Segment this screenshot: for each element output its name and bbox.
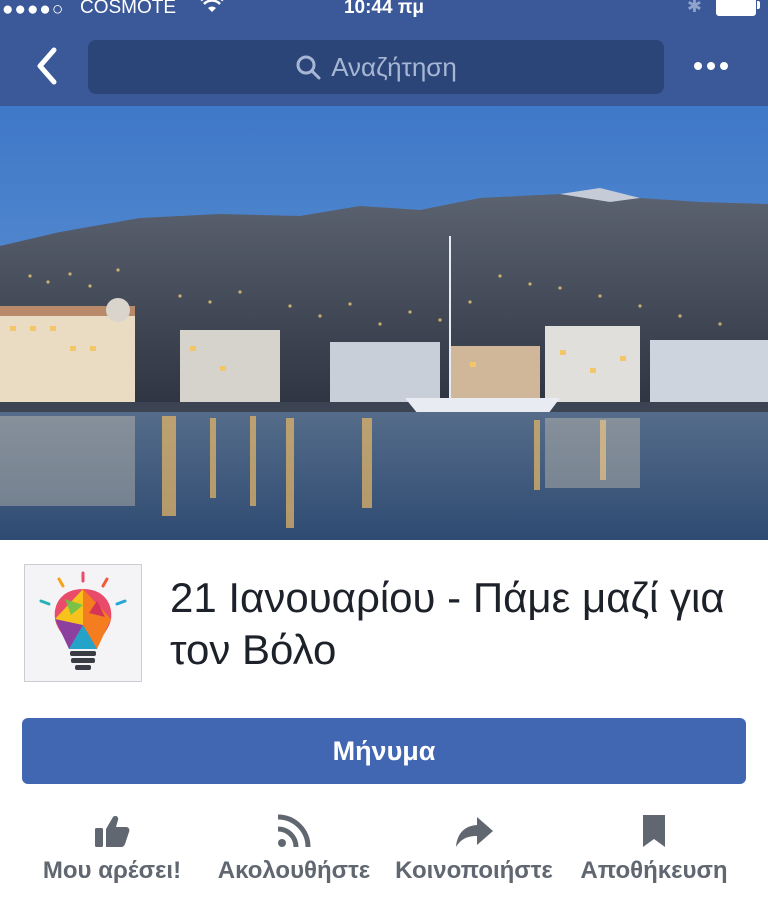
like-button[interactable]: Μου αρέσει! (22, 806, 202, 886)
share-button[interactable]: Κοινοποιήστε (384, 806, 564, 886)
dot-icon (694, 62, 702, 70)
back-button[interactable] (30, 44, 70, 88)
share-arrow-icon (456, 817, 493, 847)
page-title: 21 Ιανουαρίου - Πάμε μαζί για τον Βόλο (170, 574, 725, 673)
page-profile-picture[interactable] (24, 564, 142, 682)
clock: 10:44 πμ (343, 0, 425, 18)
search-placeholder: Αναζήτηση (331, 51, 457, 82)
dot-icon (707, 62, 715, 70)
top-navigation-bar: ●●●●○ COSMOTE 10:44 πμ ✱ Αναζήτηση (0, 0, 768, 106)
search-input[interactable]: Αναζήτηση (88, 40, 664, 94)
save-button[interactable]: Αποθήκευση (564, 806, 744, 886)
bluetooth-icon: ✱ (686, 0, 702, 16)
rss-follow-icon (277, 814, 311, 848)
follow-label: Ακολουθήστε (217, 857, 371, 884)
share-label: Κοινοποιήστε (395, 857, 553, 884)
dot-icon (720, 62, 728, 70)
cover-photo-image (0, 106, 768, 540)
search-icon (296, 55, 321, 80)
page-actions-bar: Μου αρέσει! Ακολουθήστε Κοινοποιήστε Απο… (0, 806, 768, 920)
bookmark-icon (643, 815, 665, 847)
chevron-left-icon (37, 47, 57, 85)
battery-icon (716, 0, 760, 16)
status-bar: ●●●●○ COSMOTE 10:44 πμ ✱ (0, 0, 768, 22)
lightbulb-logo-icon (39, 571, 127, 670)
cover-photo[interactable] (0, 106, 768, 540)
like-label: Μου αρέσει! (42, 857, 182, 884)
more-options-button[interactable] (686, 50, 736, 82)
message-button[interactable]: Μήνυμα (22, 718, 746, 784)
follow-button[interactable]: Ακολουθήστε (204, 806, 384, 886)
save-label: Αποθήκευση (580, 857, 728, 884)
thumbs-up-icon (95, 816, 130, 847)
